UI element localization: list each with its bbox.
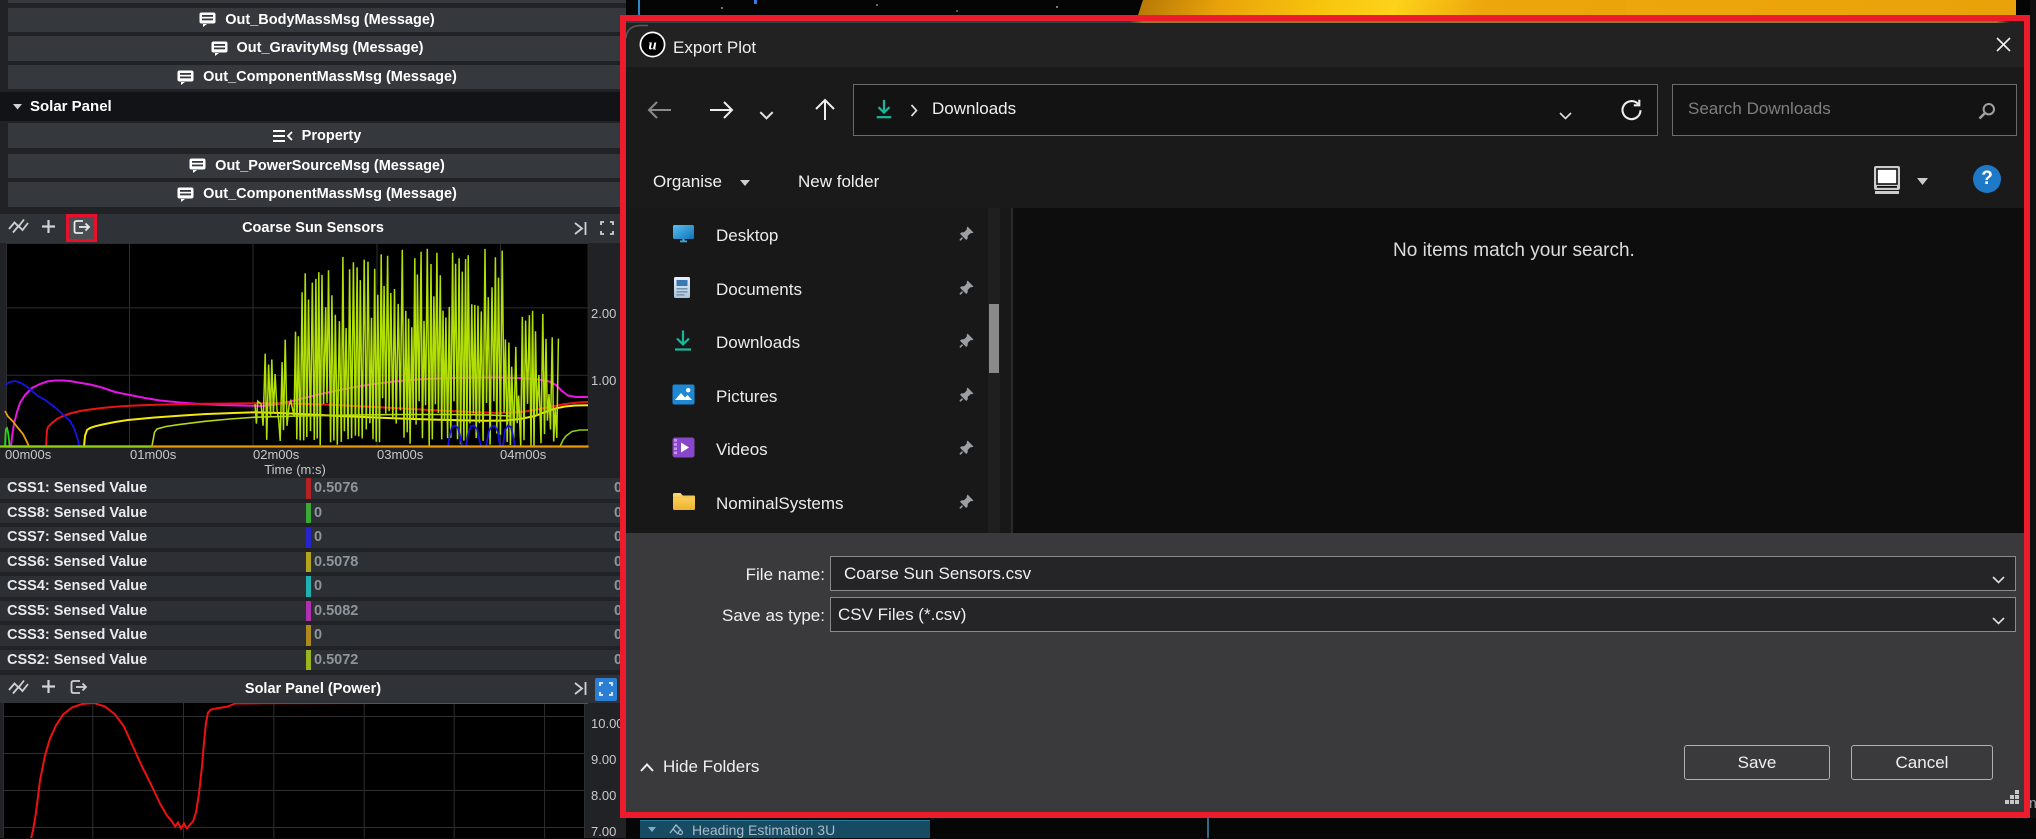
svg-text:u: u	[648, 38, 656, 54]
